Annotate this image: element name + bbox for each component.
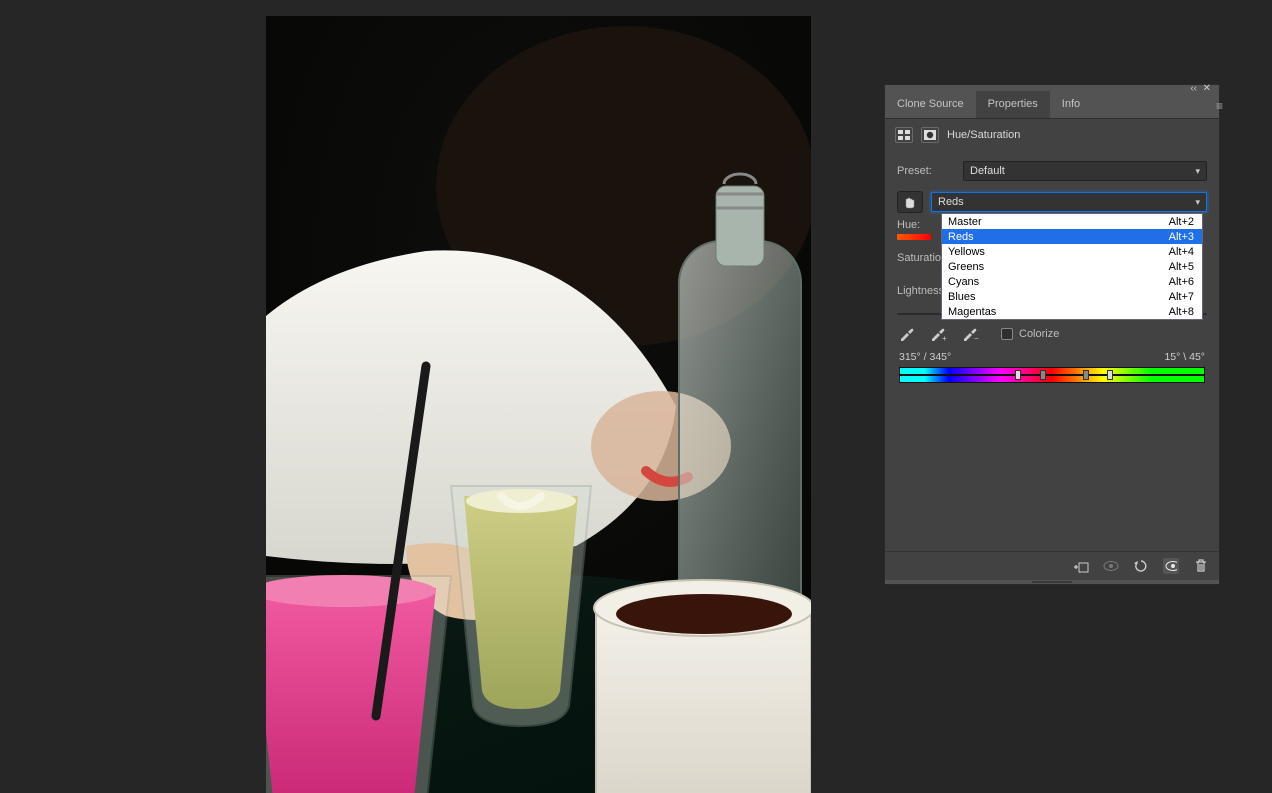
hue-label: Hue: [897, 219, 920, 231]
lightness-label: Lightness: [897, 285, 947, 297]
panel-resize-grip[interactable] [885, 580, 1219, 584]
hue-range-spectrum[interactable] [899, 367, 1205, 383]
svg-text:+: + [942, 334, 947, 342]
panel-menu-icon[interactable]: ≡ [1216, 99, 1221, 113]
colorize-label: Colorize [1019, 328, 1059, 340]
range-right: 15° \ 45° [1164, 351, 1205, 363]
clip-to-layer-icon[interactable] [1073, 558, 1089, 574]
channel-option-greens[interactable]: Greens Alt+5 [942, 259, 1202, 274]
checkbox-icon [1001, 328, 1013, 340]
view-previous-state-icon [1103, 558, 1119, 574]
channel-option-cyans[interactable]: Cyans Alt+6 [942, 274, 1202, 289]
tab-properties[interactable]: Properties [976, 91, 1050, 118]
channel-option-reds[interactable]: Reds Alt+3 [942, 229, 1202, 244]
layer-mask-icon[interactable] [921, 127, 939, 143]
preset-label: Preset: [897, 165, 955, 177]
channel-option-yellows[interactable]: Yellows Alt+4 [942, 244, 1202, 259]
preset-select[interactable]: Default ▾ [963, 161, 1207, 181]
adjustment-header: Hue/Saturation [885, 119, 1219, 151]
panel-tabs: Clone Source Properties Info [885, 91, 1219, 119]
channel-value: Reds [938, 196, 964, 208]
targeted-adjust-tool[interactable] [897, 191, 923, 213]
range-left: 315° / 345° [899, 351, 951, 363]
chevron-down-icon: ▾ [1195, 197, 1200, 208]
chevron-down-icon: ▾ [1195, 166, 1200, 177]
eyedropper-tool[interactable] [897, 325, 915, 343]
saturation-slider[interactable] [897, 267, 941, 273]
channel-dropdown: Master Alt+2 Reds Alt+3 Yellows Alt+4 Gr… [941, 213, 1203, 320]
channel-option-master[interactable]: Master Alt+2 [942, 214, 1202, 229]
panel-footer [885, 551, 1219, 580]
panel-collapse-icon[interactable]: ‹‹ [1190, 83, 1197, 94]
channel-select[interactable]: Reds ▾ [931, 192, 1207, 212]
channel-option-blues[interactable]: Blues Alt+7 [942, 289, 1202, 304]
eyedropper-subtract-tool[interactable]: − [961, 325, 979, 343]
toggle-visibility-icon[interactable] [1163, 558, 1179, 574]
adjustment-grid-icon[interactable] [895, 127, 913, 143]
panel-close-icon[interactable]: ✕ [1203, 83, 1211, 94]
colorize-checkbox[interactable]: Colorize [1001, 328, 1059, 340]
tab-clone-source[interactable]: Clone Source [885, 91, 976, 118]
adjustment-title: Hue/Saturation [947, 129, 1020, 141]
svg-text:−: − [974, 334, 979, 342]
tab-info[interactable]: Info [1050, 91, 1092, 118]
properties-panel: ‹‹ ✕ ≡ Clone Source Properties Info Hue/… [884, 84, 1220, 585]
delete-icon[interactable] [1193, 558, 1209, 574]
document-canvas[interactable] [266, 16, 811, 793]
eyedropper-add-tool[interactable]: + [929, 325, 947, 343]
reset-icon[interactable] [1133, 558, 1149, 574]
channel-option-magentas[interactable]: Magentas Alt+8 [942, 304, 1202, 319]
preset-value: Default [970, 165, 1005, 177]
hue-slider[interactable] [897, 234, 931, 240]
